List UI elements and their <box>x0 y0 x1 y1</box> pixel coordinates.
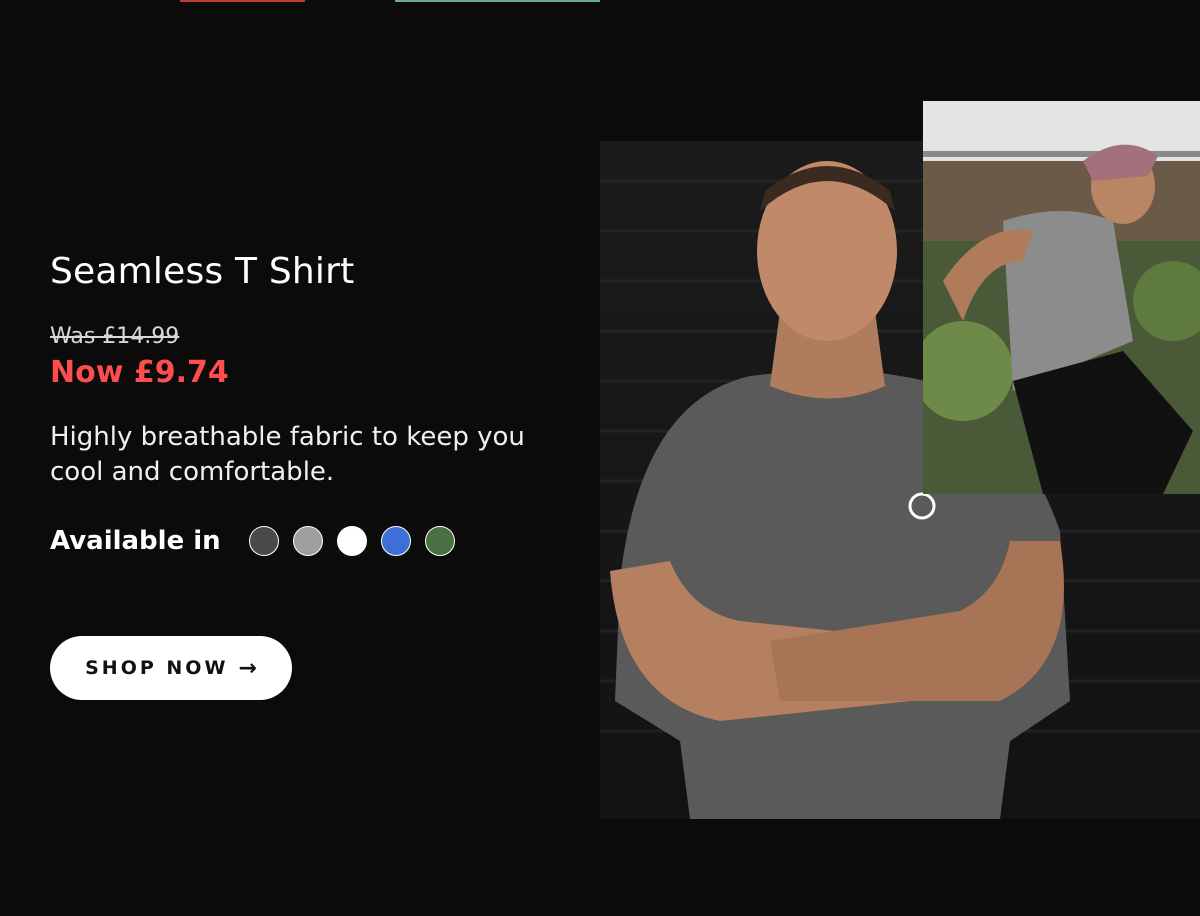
shop-now-label: SHOP NOW <box>85 657 229 679</box>
top-accent-strip <box>0 0 600 2</box>
sale-price: Now £9.74 <box>50 355 229 390</box>
man-running-illustration <box>923 101 1200 494</box>
swatch-charcoal[interactable] <box>248 526 279 556</box>
available-label: Available in <box>50 526 221 556</box>
product-info: Seamless T Shirt Was £14.99 Now £9.74 Hi… <box>50 250 570 558</box>
color-options: Available in <box>50 524 570 558</box>
arrow-right-icon: → <box>238 655 257 681</box>
swatch-grey[interactable] <box>292 526 323 556</box>
secondary-product-photo <box>923 101 1200 494</box>
swatch-white[interactable] <box>336 526 367 556</box>
swatch-blue[interactable] <box>380 526 411 556</box>
swatch-green[interactable] <box>424 526 455 556</box>
original-price: Was £14.99 <box>50 324 180 349</box>
product-title: Seamless T Shirt <box>50 251 355 292</box>
product-description: Highly breathable fabric to keep you coo… <box>50 422 525 487</box>
shop-now-button[interactable]: SHOP NOW → <box>50 636 292 700</box>
